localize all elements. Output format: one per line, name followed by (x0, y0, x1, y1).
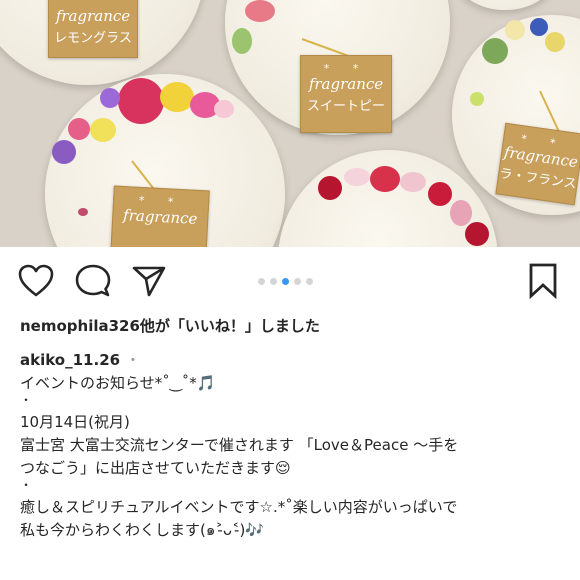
flower-decoration (545, 32, 565, 52)
caption-line: つなごう」に出店させていただきます😌 (20, 459, 291, 477)
tag-word: fragrance (122, 206, 198, 228)
flower-decoration (245, 0, 275, 22)
caption-line: 富士宮 大富士交流センターで催されます 「Love＆Peace 〜手を (20, 436, 459, 454)
flower-decoration (530, 18, 548, 36)
heart-icon[interactable] (18, 264, 54, 298)
fragrance-tag: * * fragrance ラ・フランス (495, 122, 580, 206)
flower-decoration (118, 78, 164, 124)
likes-text[interactable]: nemophila326他が「いいね！」しました (20, 315, 320, 336)
comment-icon[interactable] (75, 264, 111, 298)
flower-decoration (400, 172, 426, 192)
post-caption: イベントのお知らせ*˚‿˚*🎵 ・ 10月14日(祝月) 富士宮 大富士交流セン… (20, 372, 565, 542)
flower-decoration (505, 20, 525, 40)
flower-decoration (68, 118, 90, 140)
flower-decoration (465, 222, 489, 246)
flower-decoration (100, 88, 120, 108)
caption-line: 癒し＆スピリチュアルイベントです☆.*˚楽しい内容がいっぱいで (20, 498, 458, 516)
carousel-dot (270, 278, 277, 285)
carousel-dot (306, 278, 313, 285)
tag-name: レモングラス (54, 31, 132, 46)
carousel-indicator (258, 278, 313, 288)
flower-decoration (160, 82, 194, 112)
flower-decoration (450, 200, 472, 226)
tag-name: スイートピー (306, 99, 385, 114)
fragrance-tag: * * fragrance スイートピー (300, 55, 392, 133)
flower-decoration (482, 38, 508, 64)
post-photo[interactable]: fragrance レモングラス * * fragrance スイートピー * … (0, 0, 580, 247)
flower-decoration (78, 208, 88, 216)
carousel-dot-active (282, 278, 289, 285)
flower-decoration (344, 168, 370, 186)
caption-separator: ・ (20, 478, 33, 492)
caption-line: イベントのお知らせ*˚‿˚*🎵 (20, 374, 216, 392)
flower-decoration (90, 118, 116, 142)
tag-word: fragrance (308, 75, 384, 93)
username-link[interactable]: akiko_11.26 (20, 351, 120, 369)
fragrance-tag: * * fragrance (110, 185, 210, 247)
bookmark-icon[interactable] (528, 263, 558, 299)
fragrance-tag: fragrance レモングラス (48, 0, 138, 58)
post-actions-bar (0, 247, 580, 317)
caption-line: 10月14日(祝月) (20, 413, 130, 431)
carousel-dot (258, 278, 265, 285)
caption-line: 私も今からわくわくします(๑˃̵ᴗ˂̵)🎶 (20, 521, 265, 539)
candle-plate (455, 0, 555, 10)
tag-stars: * * (323, 62, 369, 75)
carousel-dot (294, 278, 301, 285)
post-username-row: akiko_11.26 ・ (20, 349, 140, 370)
flower-decoration (214, 100, 234, 118)
flower-decoration (232, 28, 252, 54)
paper-plane-icon[interactable] (132, 265, 166, 297)
caption-separator: ・ (20, 393, 33, 407)
flower-decoration (52, 140, 76, 164)
flower-decoration (470, 92, 484, 106)
tag-word: fragrance (55, 7, 131, 25)
flower-decoration (318, 176, 342, 200)
flower-decoration (370, 166, 400, 192)
flower-decoration (428, 182, 452, 206)
separator-dot: ・ (125, 351, 141, 369)
